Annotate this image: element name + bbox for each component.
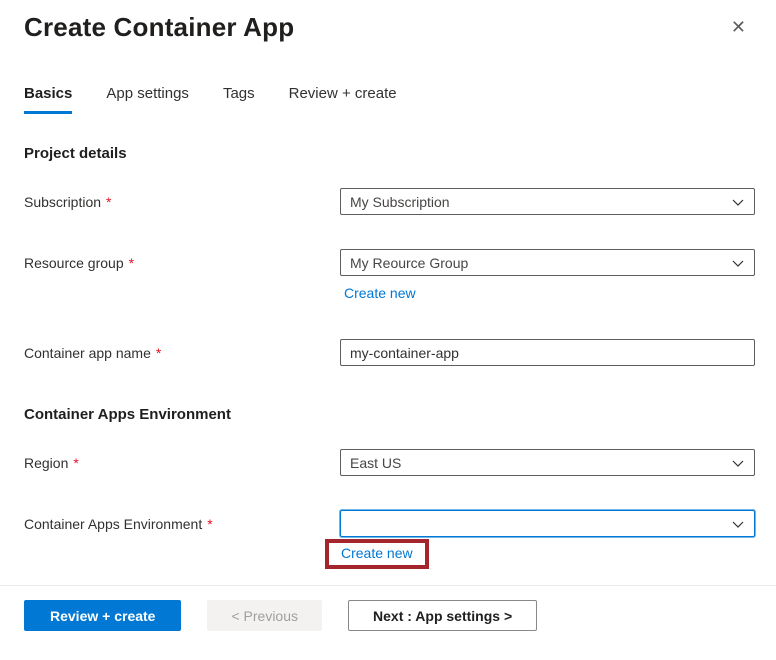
field-row-container-app-name: Container app name * [24, 339, 752, 366]
resource-group-label: Resource group * [24, 255, 340, 271]
required-asterisk: * [156, 345, 161, 361]
environment-heading: Container Apps Environment [24, 406, 752, 423]
tab-basics[interactable]: Basics [24, 85, 72, 114]
dialog-header: Create Container App ✕ [0, 0, 776, 43]
field-row-region: Region * East US [24, 449, 752, 476]
required-asterisk: * [73, 455, 78, 471]
field-row-environment: Container Apps Environment * [24, 510, 752, 537]
environment-dropdown[interactable] [340, 510, 755, 537]
subscription-label-text: Subscription [24, 194, 101, 210]
required-asterisk: * [129, 255, 134, 271]
subscription-label: Subscription * [24, 194, 340, 210]
field-row-subscription: Subscription * My Subscription [24, 188, 752, 215]
project-details-heading: Project details [24, 145, 752, 162]
chevron-down-icon [731, 256, 745, 270]
tab-tags[interactable]: Tags [223, 85, 255, 114]
create-new-environment-link[interactable]: Create new [341, 545, 413, 561]
region-dropdown[interactable]: East US [340, 449, 755, 476]
page-title: Create Container App [24, 12, 752, 43]
environment-label: Container Apps Environment * [24, 516, 340, 532]
field-row-resource-group: Resource group * My Reource Group [24, 249, 752, 276]
region-label-text: Region [24, 455, 68, 471]
annotation-highlight-box: Create new [325, 539, 429, 569]
review-create-button[interactable]: Review + create [24, 600, 181, 631]
environment-create-new-row: Create new [340, 539, 752, 569]
chevron-down-icon [731, 517, 745, 531]
tab-bar: Basics App settings Tags Review + create [0, 85, 776, 114]
footer-button-bar: Review + create < Previous Next : App se… [24, 600, 537, 631]
region-label: Region * [24, 455, 340, 471]
create-container-app-dialog: Create Container App ✕ Basics App settin… [0, 0, 776, 660]
tab-app-settings[interactable]: App settings [106, 85, 189, 114]
next-app-settings-button[interactable]: Next : App settings > [348, 600, 537, 631]
resource-group-create-new-row: Create new [340, 285, 752, 303]
previous-button[interactable]: < Previous [207, 600, 322, 631]
create-new-resource-group-link[interactable]: Create new [340, 285, 416, 301]
subscription-dropdown[interactable]: My Subscription [340, 188, 755, 215]
resource-group-dropdown[interactable]: My Reource Group [340, 249, 755, 276]
footer-divider [0, 585, 776, 586]
close-icon[interactable]: ✕ [727, 14, 750, 40]
resource-group-label-text: Resource group [24, 255, 124, 271]
subscription-value: My Subscription [350, 194, 450, 210]
required-asterisk: * [207, 516, 212, 532]
container-app-name-label-text: Container app name [24, 345, 151, 361]
region-value: East US [350, 455, 401, 471]
resource-group-value: My Reource Group [350, 255, 468, 271]
tab-review-create[interactable]: Review + create [289, 85, 397, 114]
container-app-name-label: Container app name * [24, 345, 340, 361]
container-app-name-input[interactable] [340, 339, 755, 366]
environment-label-text: Container Apps Environment [24, 516, 202, 532]
required-asterisk: * [106, 194, 111, 210]
chevron-down-icon [731, 456, 745, 470]
chevron-down-icon [731, 195, 745, 209]
